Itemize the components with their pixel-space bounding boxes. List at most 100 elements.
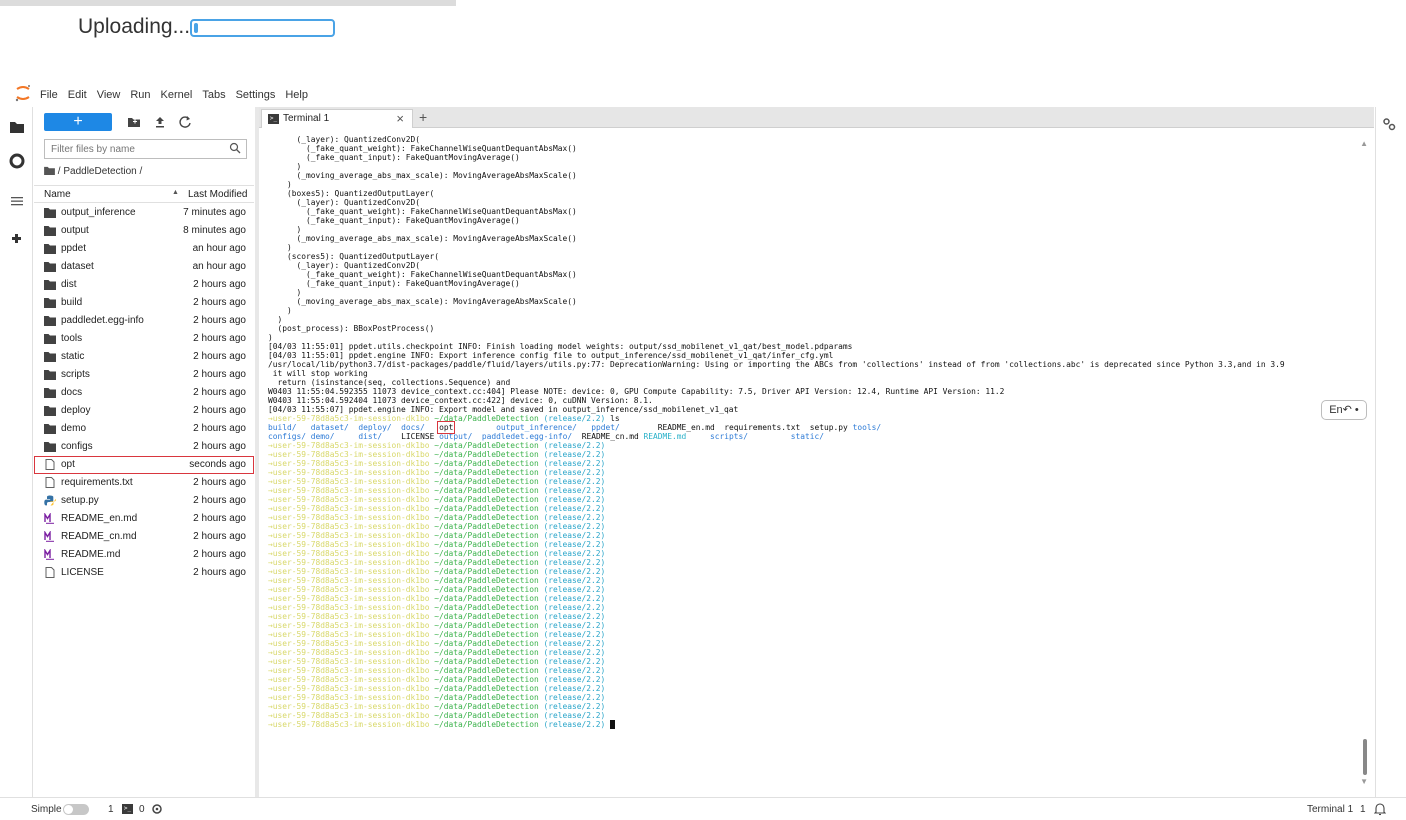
terminal-icon[interactable]: >_ xyxy=(122,804,133,814)
breadcrumb-path[interactable]: / PaddleDetection / xyxy=(58,166,143,177)
filter-files-field[interactable] xyxy=(44,139,247,159)
prompt-user: →user-59-78d8a5c3-im-session-dk1bo xyxy=(268,495,430,504)
file-name: LICENSE xyxy=(61,567,104,578)
scroll-down-arrow[interactable]: ▼ xyxy=(1360,777,1368,786)
close-icon[interactable]: × xyxy=(396,111,404,126)
file-row-output-inference[interactable]: output_inference 7 minutes ago xyxy=(34,204,254,222)
file-row-requirements-txt[interactable]: requirements.txt 2 hours ago xyxy=(34,474,254,492)
file-row-docs[interactable]: docs 2 hours ago xyxy=(34,384,254,402)
name-column-header[interactable]: Name xyxy=(44,189,71,200)
menu-tabs[interactable]: Tabs xyxy=(202,89,225,101)
file-row-dist[interactable]: dist 2 hours ago xyxy=(34,276,254,294)
terminal-line: (post_process): BBoxPostProcess() xyxy=(268,324,435,333)
terminal-prompt-line: →user-59-78d8a5c3-im-session-dk1bo ~/dat… xyxy=(268,684,1374,693)
file-row-license[interactable]: LICENSE 2 hours ago xyxy=(34,564,254,582)
file-row-output[interactable]: output 8 minutes ago xyxy=(34,222,254,240)
terminal-output[interactable]: ▲ ▼ (_layer): QuantizedConv2D( (_fake_qu… xyxy=(259,129,1374,797)
prompt-path: ~/data/PaddleDetection xyxy=(429,459,539,468)
ls-entry: README_cn.md xyxy=(581,432,639,441)
prompt-branch: (release/2.2) xyxy=(538,531,606,540)
prompt-path: ~/data/PaddleDetection xyxy=(429,648,539,657)
prompt-path: ~/data/PaddleDetection xyxy=(429,549,539,558)
scroll-up-arrow[interactable]: ▲ xyxy=(1360,139,1368,148)
upload-icon[interactable] xyxy=(152,114,168,130)
file-row-configs[interactable]: configs 2 hours ago xyxy=(34,438,254,456)
menu-view[interactable]: View xyxy=(97,89,121,101)
file-row-dataset[interactable]: dataset an hour ago xyxy=(34,258,254,276)
add-tab-button[interactable]: + xyxy=(419,109,427,125)
menu-edit[interactable]: Edit xyxy=(68,89,87,101)
file-row-scripts[interactable]: scripts 2 hours ago xyxy=(34,366,254,384)
terminal-prompt-line: →user-59-78d8a5c3-im-session-dk1bo ~/dat… xyxy=(268,540,1374,549)
ls-output-line: build/ dataset/ deploy/ docs/ opt output… xyxy=(268,421,1374,434)
kernel-gear-icon[interactable] xyxy=(151,803,163,815)
menu-kernel[interactable]: Kernel xyxy=(161,89,193,101)
terminal-line: ) xyxy=(268,315,283,324)
file-row-static[interactable]: static 2 hours ago xyxy=(34,348,254,366)
file-row-readme-md[interactable]: README.md 2 hours ago xyxy=(34,546,254,564)
prompt-user: →user-59-78d8a5c3-im-session-dk1bo xyxy=(268,720,430,729)
file-row-paddledet-egg-info[interactable]: paddledet.egg-info 2 hours ago xyxy=(34,312,254,330)
file-row-setup-py[interactable]: setup.py 2 hours ago xyxy=(34,492,254,510)
sort-ascending-icon: ▲ xyxy=(172,189,179,196)
menu-help[interactable]: Help xyxy=(285,89,308,101)
prompt-path: ~/data/PaddleDetection xyxy=(429,486,539,495)
file-name: tools xyxy=(61,333,83,344)
prompt-branch: (release/2.2) xyxy=(538,477,606,486)
terminal-prompt-line: →user-59-78d8a5c3-im-session-dk1bo ~/dat… xyxy=(268,558,1374,567)
notification-bell-icon[interactable] xyxy=(1374,802,1386,816)
file-row-demo[interactable]: demo 2 hours ago xyxy=(34,420,254,438)
file-row-readme-cn-md[interactable]: README_cn.md 2 hours ago xyxy=(34,528,254,546)
property-inspector-gears-icon[interactable] xyxy=(1382,117,1396,131)
prompt-path: ~/data/PaddleDetection xyxy=(429,657,539,666)
prompt-path: ~/data/PaddleDetection xyxy=(429,531,539,540)
terminal-count[interactable]: 1 xyxy=(108,804,114,815)
terminal-prompt-line: →user-59-78d8a5c3-im-session-dk1bo ~/dat… xyxy=(268,612,1374,621)
input-method-indicator[interactable]: En↶ • xyxy=(1321,400,1367,420)
file-row-deploy[interactable]: deploy 2 hours ago xyxy=(34,402,254,420)
tab-bar: >_ Terminal 1 × + xyxy=(259,107,1374,128)
kernel-count[interactable]: 0 xyxy=(139,804,145,815)
last-modified-column-header[interactable]: Last Modified xyxy=(188,189,247,200)
terminal-prompt-line: →user-59-78d8a5c3-im-session-dk1bo ~/dat… xyxy=(268,477,1374,486)
file-name: static xyxy=(61,351,85,362)
ls-entry: build/ xyxy=(268,423,297,432)
terminal-scrollbar-thumb[interactable] xyxy=(1363,739,1367,775)
prompt-user: →user-59-78d8a5c3-im-session-dk1bo xyxy=(268,675,430,684)
prompt-path: ~/data/PaddleDetection xyxy=(429,540,539,549)
menu-file[interactable]: File xyxy=(40,89,58,101)
prompt-branch: (release/2.2) xyxy=(538,558,606,567)
file-row-readme-en-md[interactable]: README_en.md 2 hours ago xyxy=(34,510,254,528)
file-row-build[interactable]: build 2 hours ago xyxy=(34,294,254,312)
file-name: opt xyxy=(61,459,75,470)
extension-manager-icon[interactable] xyxy=(9,231,25,247)
terminal-line: (_layer): QuantizedConv2D( xyxy=(268,135,421,144)
file-modified: 2 hours ago xyxy=(193,387,246,398)
file-modified: 2 hours ago xyxy=(193,495,246,506)
folder-icon[interactable] xyxy=(9,119,25,135)
simple-mode-toggle[interactable] xyxy=(63,804,89,815)
new-launcher-button[interactable]: + xyxy=(44,113,112,131)
menu-run[interactable]: Run xyxy=(130,89,150,101)
refresh-icon[interactable] xyxy=(177,114,193,130)
filter-files-input[interactable] xyxy=(45,140,225,158)
prompt-path: ~/data/PaddleDetection xyxy=(429,585,539,594)
prompt-user: →user-59-78d8a5c3-im-session-dk1bo xyxy=(268,513,430,522)
running-kernels-icon[interactable] xyxy=(9,153,25,169)
terminal-prompt-line: →user-59-78d8a5c3-im-session-dk1bo ~/dat… xyxy=(268,603,1374,612)
file-name: demo xyxy=(61,423,87,434)
file-row-opt[interactable]: opt seconds ago xyxy=(34,456,254,474)
menu-settings[interactable]: Settings xyxy=(236,89,276,101)
prompt-branch: (release/2.2) xyxy=(538,495,606,504)
terminal-line: (_layer): QuantizedConv2D( xyxy=(268,261,421,270)
folder-icon[interactable] xyxy=(44,166,55,175)
new-folder-icon[interactable] xyxy=(126,114,142,130)
terminal-line: ) xyxy=(268,288,302,297)
command-palette-icon[interactable] xyxy=(9,193,25,209)
file-row-tools[interactable]: tools 2 hours ago xyxy=(34,330,254,348)
file-modified: 2 hours ago xyxy=(193,567,246,578)
prompt-branch: (release/2.2) xyxy=(538,639,606,648)
terminal-status-number: 1 xyxy=(1360,804,1366,815)
file-row-ppdet[interactable]: ppdet an hour ago xyxy=(34,240,254,258)
tab-terminal-1[interactable]: >_ Terminal 1 × xyxy=(261,109,413,128)
